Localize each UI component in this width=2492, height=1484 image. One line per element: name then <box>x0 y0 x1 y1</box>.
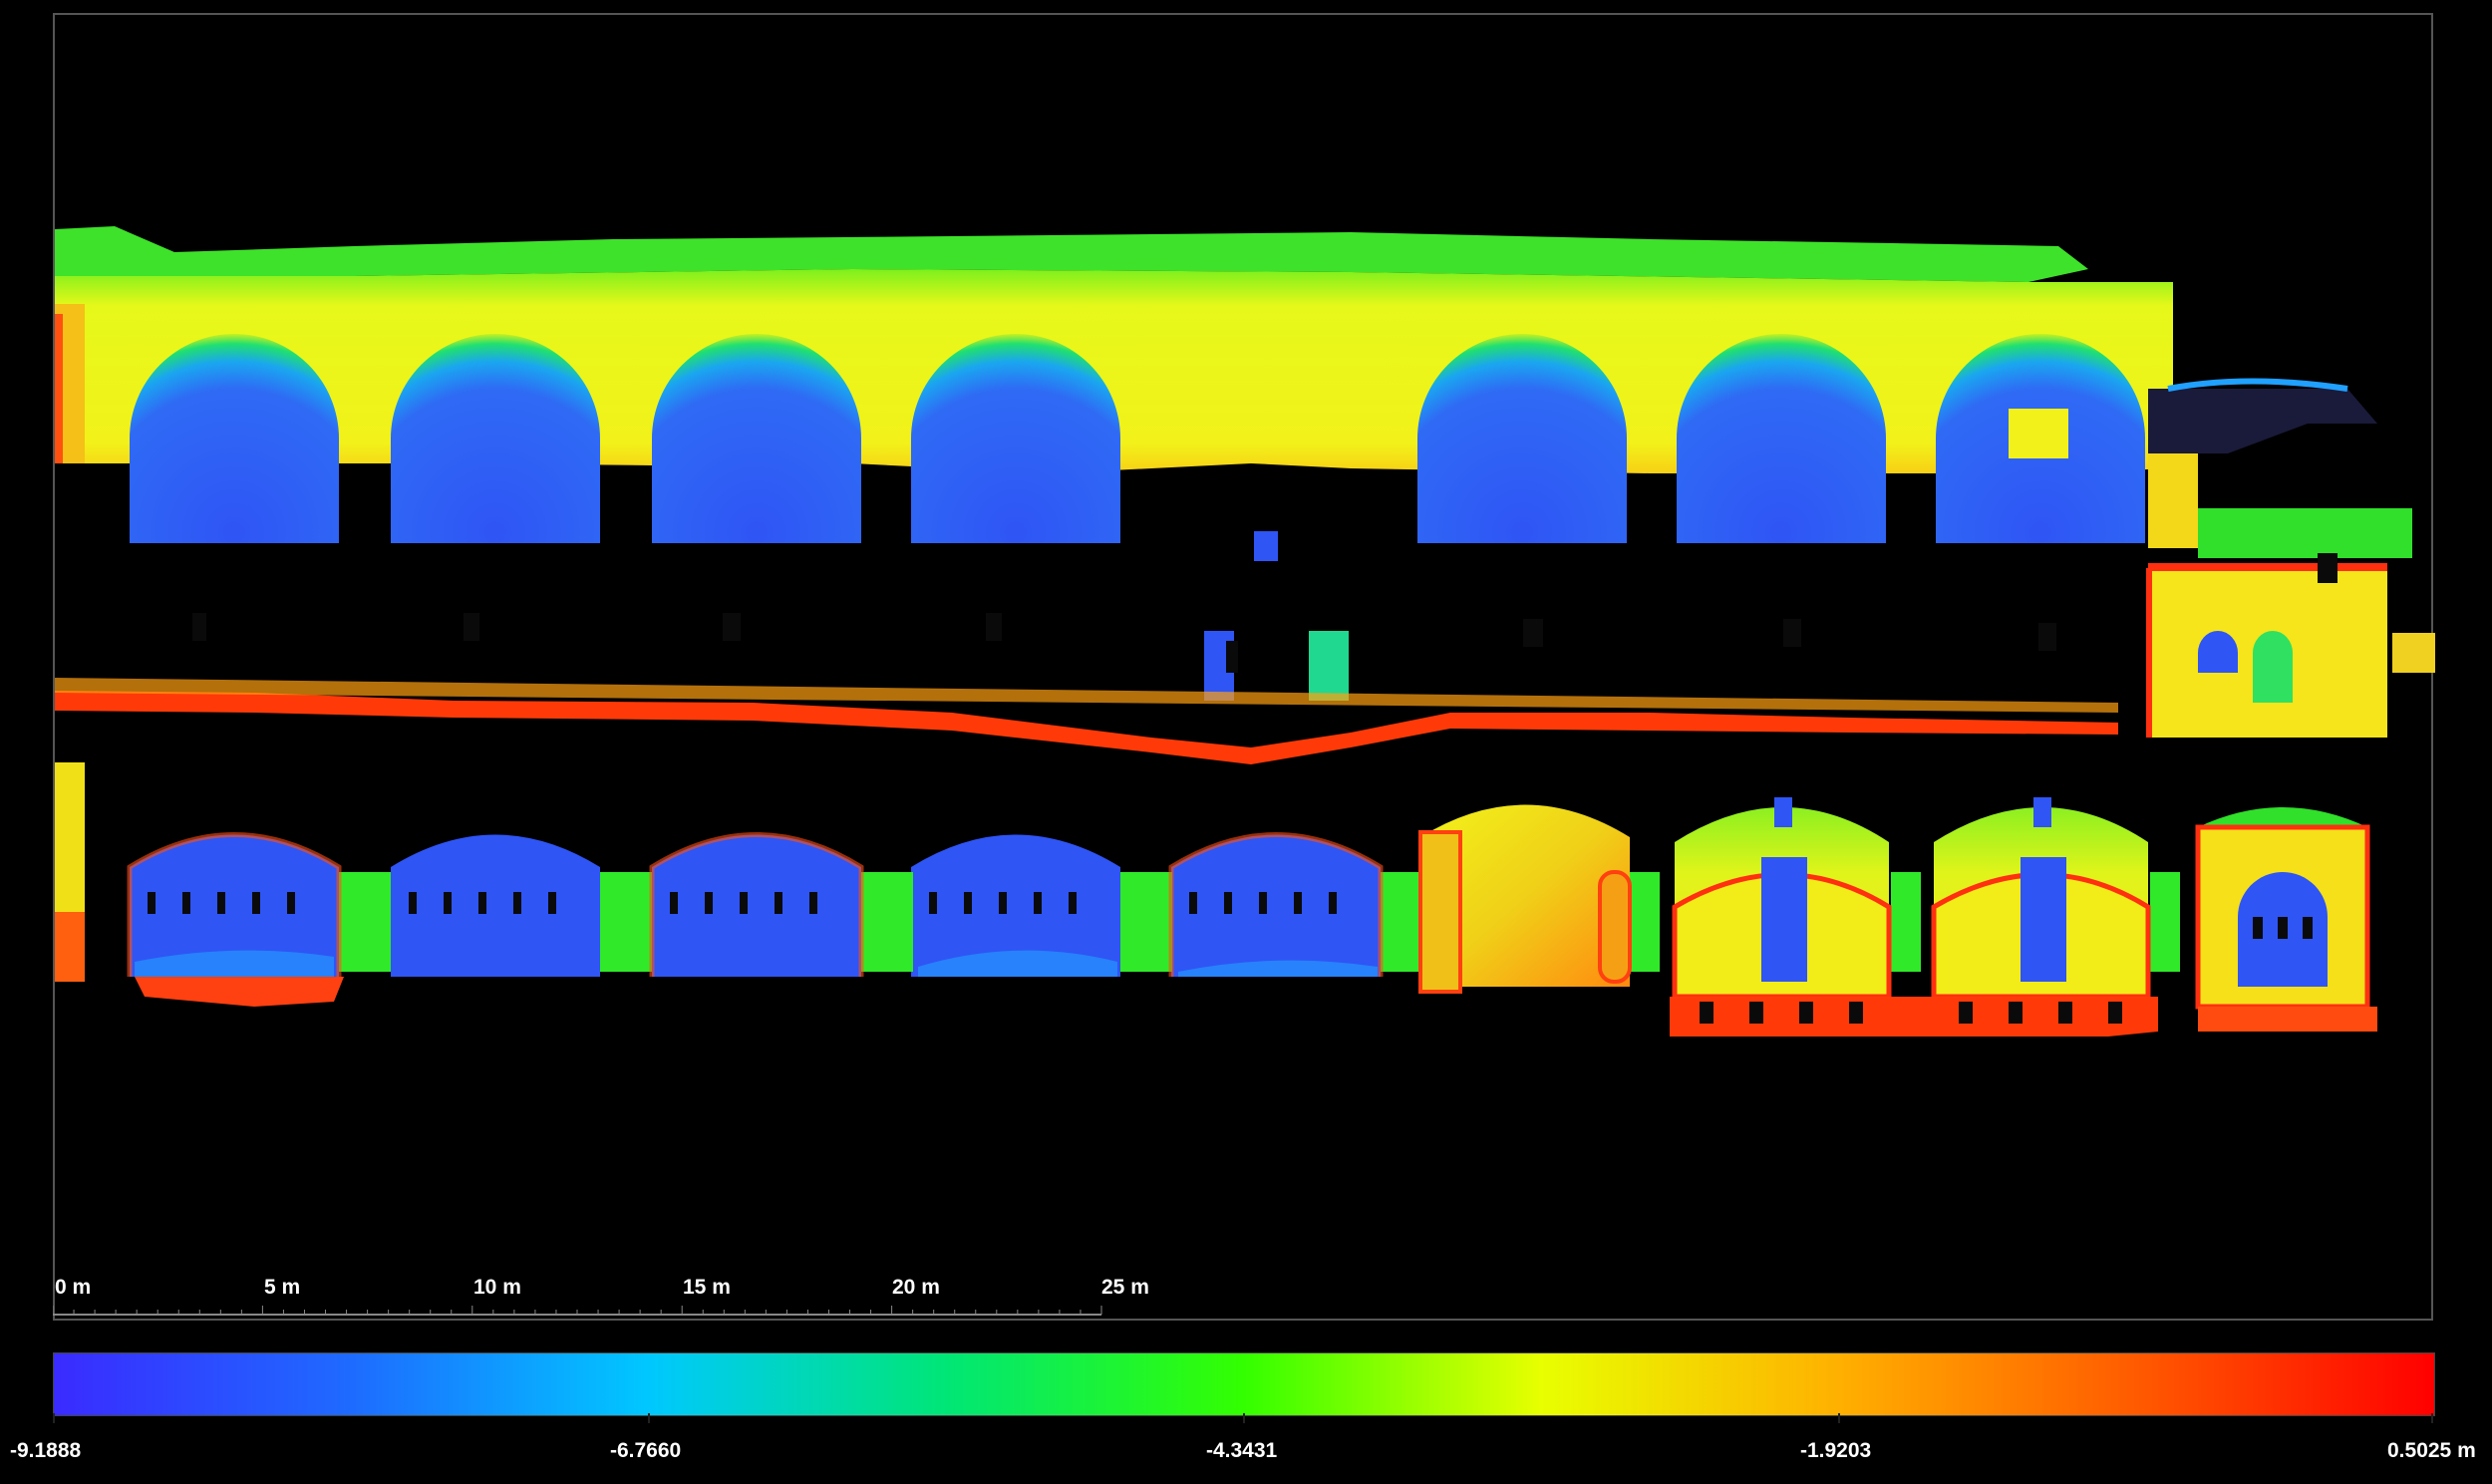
scale-bar-ruler <box>53 1306 1102 1316</box>
color-scale-label-4: -1.9203 <box>1800 1439 1872 1462</box>
scale-label-15: 15 m <box>683 1276 731 1299</box>
scale-label-10: 10 m <box>473 1276 521 1299</box>
color-scale-label-2: -6.7660 <box>610 1439 682 1462</box>
deviation-map-scene <box>55 226 2435 1037</box>
color-scale-label-mid: -4.3431 <box>1206 1439 1278 1462</box>
color-scale-ticks <box>53 1413 2435 1425</box>
point-cloud-viewport[interactable] <box>53 13 2435 1321</box>
color-scale-bar <box>53 1352 2435 1416</box>
scale-label-5: 5 m <box>264 1276 301 1299</box>
scale-bar: 0 m 5 m 10 m 15 m 20 m 25 m <box>53 1276 1149 1316</box>
color-scale-label-min: -9.1888 <box>10 1439 82 1462</box>
scale-label-20: 20 m <box>892 1276 940 1299</box>
color-scale-label-max: 0.5025 m <box>2387 1439 2476 1462</box>
upper-openings <box>192 613 2056 673</box>
scale-label-25: 25 m <box>1101 1276 1149 1299</box>
scale-label-0: 0 m <box>55 1276 92 1299</box>
